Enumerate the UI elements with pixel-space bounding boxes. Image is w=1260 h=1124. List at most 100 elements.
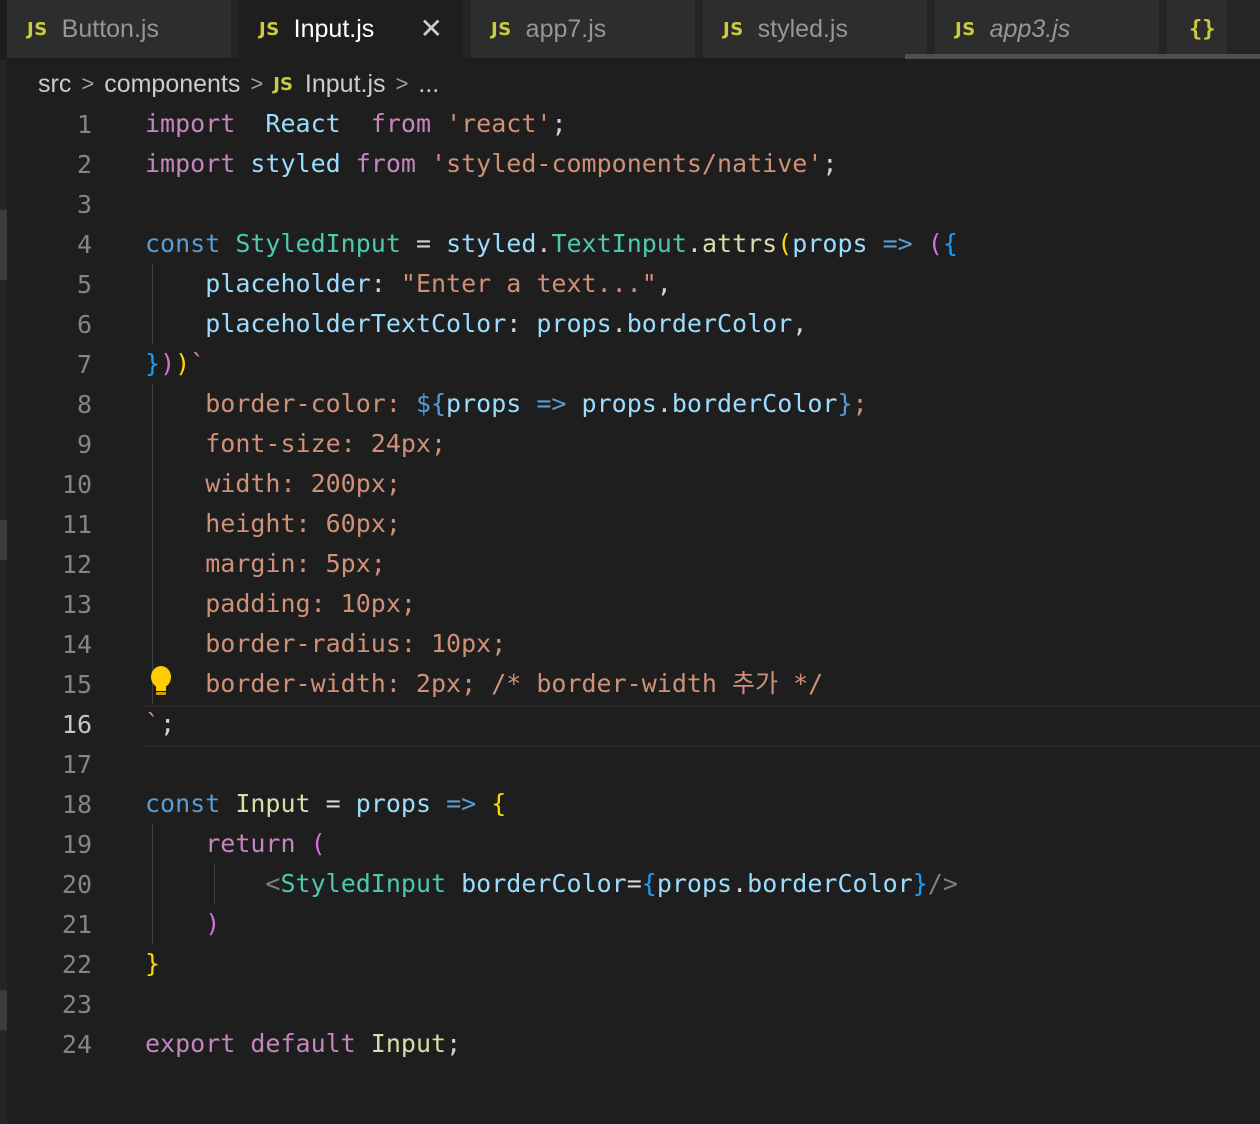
edge-marker — [0, 520, 7, 560]
code-line[interactable]: 16 `; — [7, 704, 1260, 744]
code-token: < — [265, 869, 281, 898]
line-number: 18 — [61, 789, 92, 819]
code-token: const — [145, 789, 221, 818]
code-token: width: 200px; — [205, 469, 401, 498]
code-token: /> — [927, 869, 958, 898]
code-token: { — [491, 789, 507, 818]
code-line[interactable]: 15 border-width: 2px; /* border-width 추가… — [7, 664, 1260, 704]
code-line[interactable]: 24 export default Input; — [7, 1024, 1260, 1064]
code-token: => — [446, 789, 477, 818]
tab-styled-js[interactable]: JS styled.js — [703, 0, 935, 58]
code-line[interactable]: 12 margin: 5px; — [7, 544, 1260, 584]
json-file-icon: {} — [1189, 16, 1216, 42]
code-token: ${ — [415, 389, 447, 418]
code-token: } — [837, 389, 853, 418]
code-token: . — [656, 389, 672, 418]
code-line[interactable]: 6 placeholderTextColor: props.borderColo… — [7, 304, 1260, 344]
code-text: ) — [145, 904, 220, 944]
code-token: export — [145, 1029, 236, 1058]
tab-bar-scrollbar[interactable] — [905, 54, 1260, 59]
line-number: 3 — [76, 189, 92, 219]
tab-label: Button.js — [61, 14, 159, 43]
code-token: props — [536, 309, 612, 338]
line-number: 8 — [76, 389, 92, 419]
breadcrumb-item-file[interactable]: Input.js — [305, 70, 386, 99]
code-token: ) — [175, 349, 191, 378]
code-line[interactable]: 5 placeholder: "Enter a text...", — [7, 264, 1260, 304]
tab-button-js[interactable]: JS Button.js — [7, 0, 239, 58]
code-line[interactable]: 17 — [7, 744, 1260, 784]
code-text: width: 200px; — [145, 464, 401, 504]
code-line[interactable]: 21 ) — [7, 904, 1260, 944]
code-line[interactable]: 10 width: 200px; — [7, 464, 1260, 504]
code-line[interactable]: 22} — [7, 944, 1260, 984]
code-token: : — [506, 309, 537, 338]
line-number: 11 — [61, 509, 92, 539]
code-token: { — [641, 869, 657, 898]
tab-app7-js[interactable]: JS app7.js — [471, 0, 703, 58]
code-line[interactable]: 3 — [7, 184, 1260, 224]
tab-label: app3.js — [989, 14, 1071, 43]
code-token: : — [370, 269, 401, 298]
line-number: 2 — [76, 149, 92, 179]
close-icon[interactable]: ✕ — [420, 12, 443, 45]
code-line[interactable]: 4 const StyledInput = styled.TextInput.at… — [7, 224, 1260, 264]
code-token: } — [145, 349, 161, 378]
activity-bar-edge — [0, 60, 7, 1124]
code-line[interactable]: 19 return ( — [7, 824, 1260, 864]
code-token: ; — [446, 1029, 462, 1058]
code-token: StyledInput — [235, 229, 401, 258]
code-line[interactable]: 2 import styled from 'styled-components/n… — [7, 144, 1260, 184]
code-text: border-color: ${props => props.borderCol… — [145, 384, 867, 424]
breadcrumb-item-components[interactable]: components — [104, 70, 240, 99]
code-token: return — [205, 829, 296, 858]
code-editor[interactable]: 1 import React from 'react'; 2 import style… — [7, 104, 1260, 1124]
code-line[interactable]: 7}))` — [7, 344, 1260, 384]
code-token: border-radius: 10px; — [205, 629, 507, 658]
code-line[interactable]: 1 import React from 'react'; — [7, 104, 1260, 144]
line-number: 22 — [61, 949, 92, 979]
breadcrumb-item-src[interactable]: src — [38, 70, 71, 99]
code-token: styled — [446, 229, 537, 258]
tab-input-js[interactable]: JS Input.js ✕ — [239, 0, 471, 58]
code-line[interactable]: 8 border-color: ${props => props.borderC… — [7, 384, 1260, 424]
breadcrumb: src > components > JS Input.js > ... — [38, 64, 439, 104]
tab-json-file[interactable]: {} — [1167, 0, 1227, 58]
code-token: ; — [822, 149, 838, 178]
code-token: ) — [160, 349, 176, 378]
code-line[interactable]: 23 — [7, 984, 1260, 1024]
code-token: { — [942, 229, 958, 258]
code-token: borderColor — [671, 389, 838, 418]
code-token: = — [626, 869, 642, 898]
js-file-icon: JS — [491, 18, 512, 40]
tab-label: Input.js — [293, 14, 375, 43]
code-token: borderColor — [626, 309, 793, 338]
code-line[interactable]: 14 border-radius: 10px; — [7, 624, 1260, 664]
code-token: ( — [777, 229, 793, 258]
code-text: border-width: 2px; /* border-width 추가 */ — [145, 664, 823, 704]
line-number: 7 — [76, 349, 92, 379]
code-line[interactable]: 13 padding: 10px; — [7, 584, 1260, 624]
code-token: props — [581, 389, 657, 418]
code-token: . — [686, 229, 702, 258]
code-token: => — [882, 229, 913, 258]
code-line[interactable]: 9 font-size: 24px; — [7, 424, 1260, 464]
code-token: import — [145, 109, 236, 138]
tab-app3-js[interactable]: JS app3.js — [935, 0, 1167, 58]
chevron-right-icon: > — [250, 71, 264, 96]
code-token: ( — [927, 229, 943, 258]
code-line[interactable]: 20 <StyledInput borderColor={props.borde… — [7, 864, 1260, 904]
code-line[interactable]: 18 const Input = props => { — [7, 784, 1260, 824]
breadcrumb-item-symbols[interactable]: ... — [418, 70, 439, 99]
code-token: font-size: 24px; — [205, 429, 447, 458]
code-line[interactable]: 11 height: 60px; — [7, 504, 1260, 544]
